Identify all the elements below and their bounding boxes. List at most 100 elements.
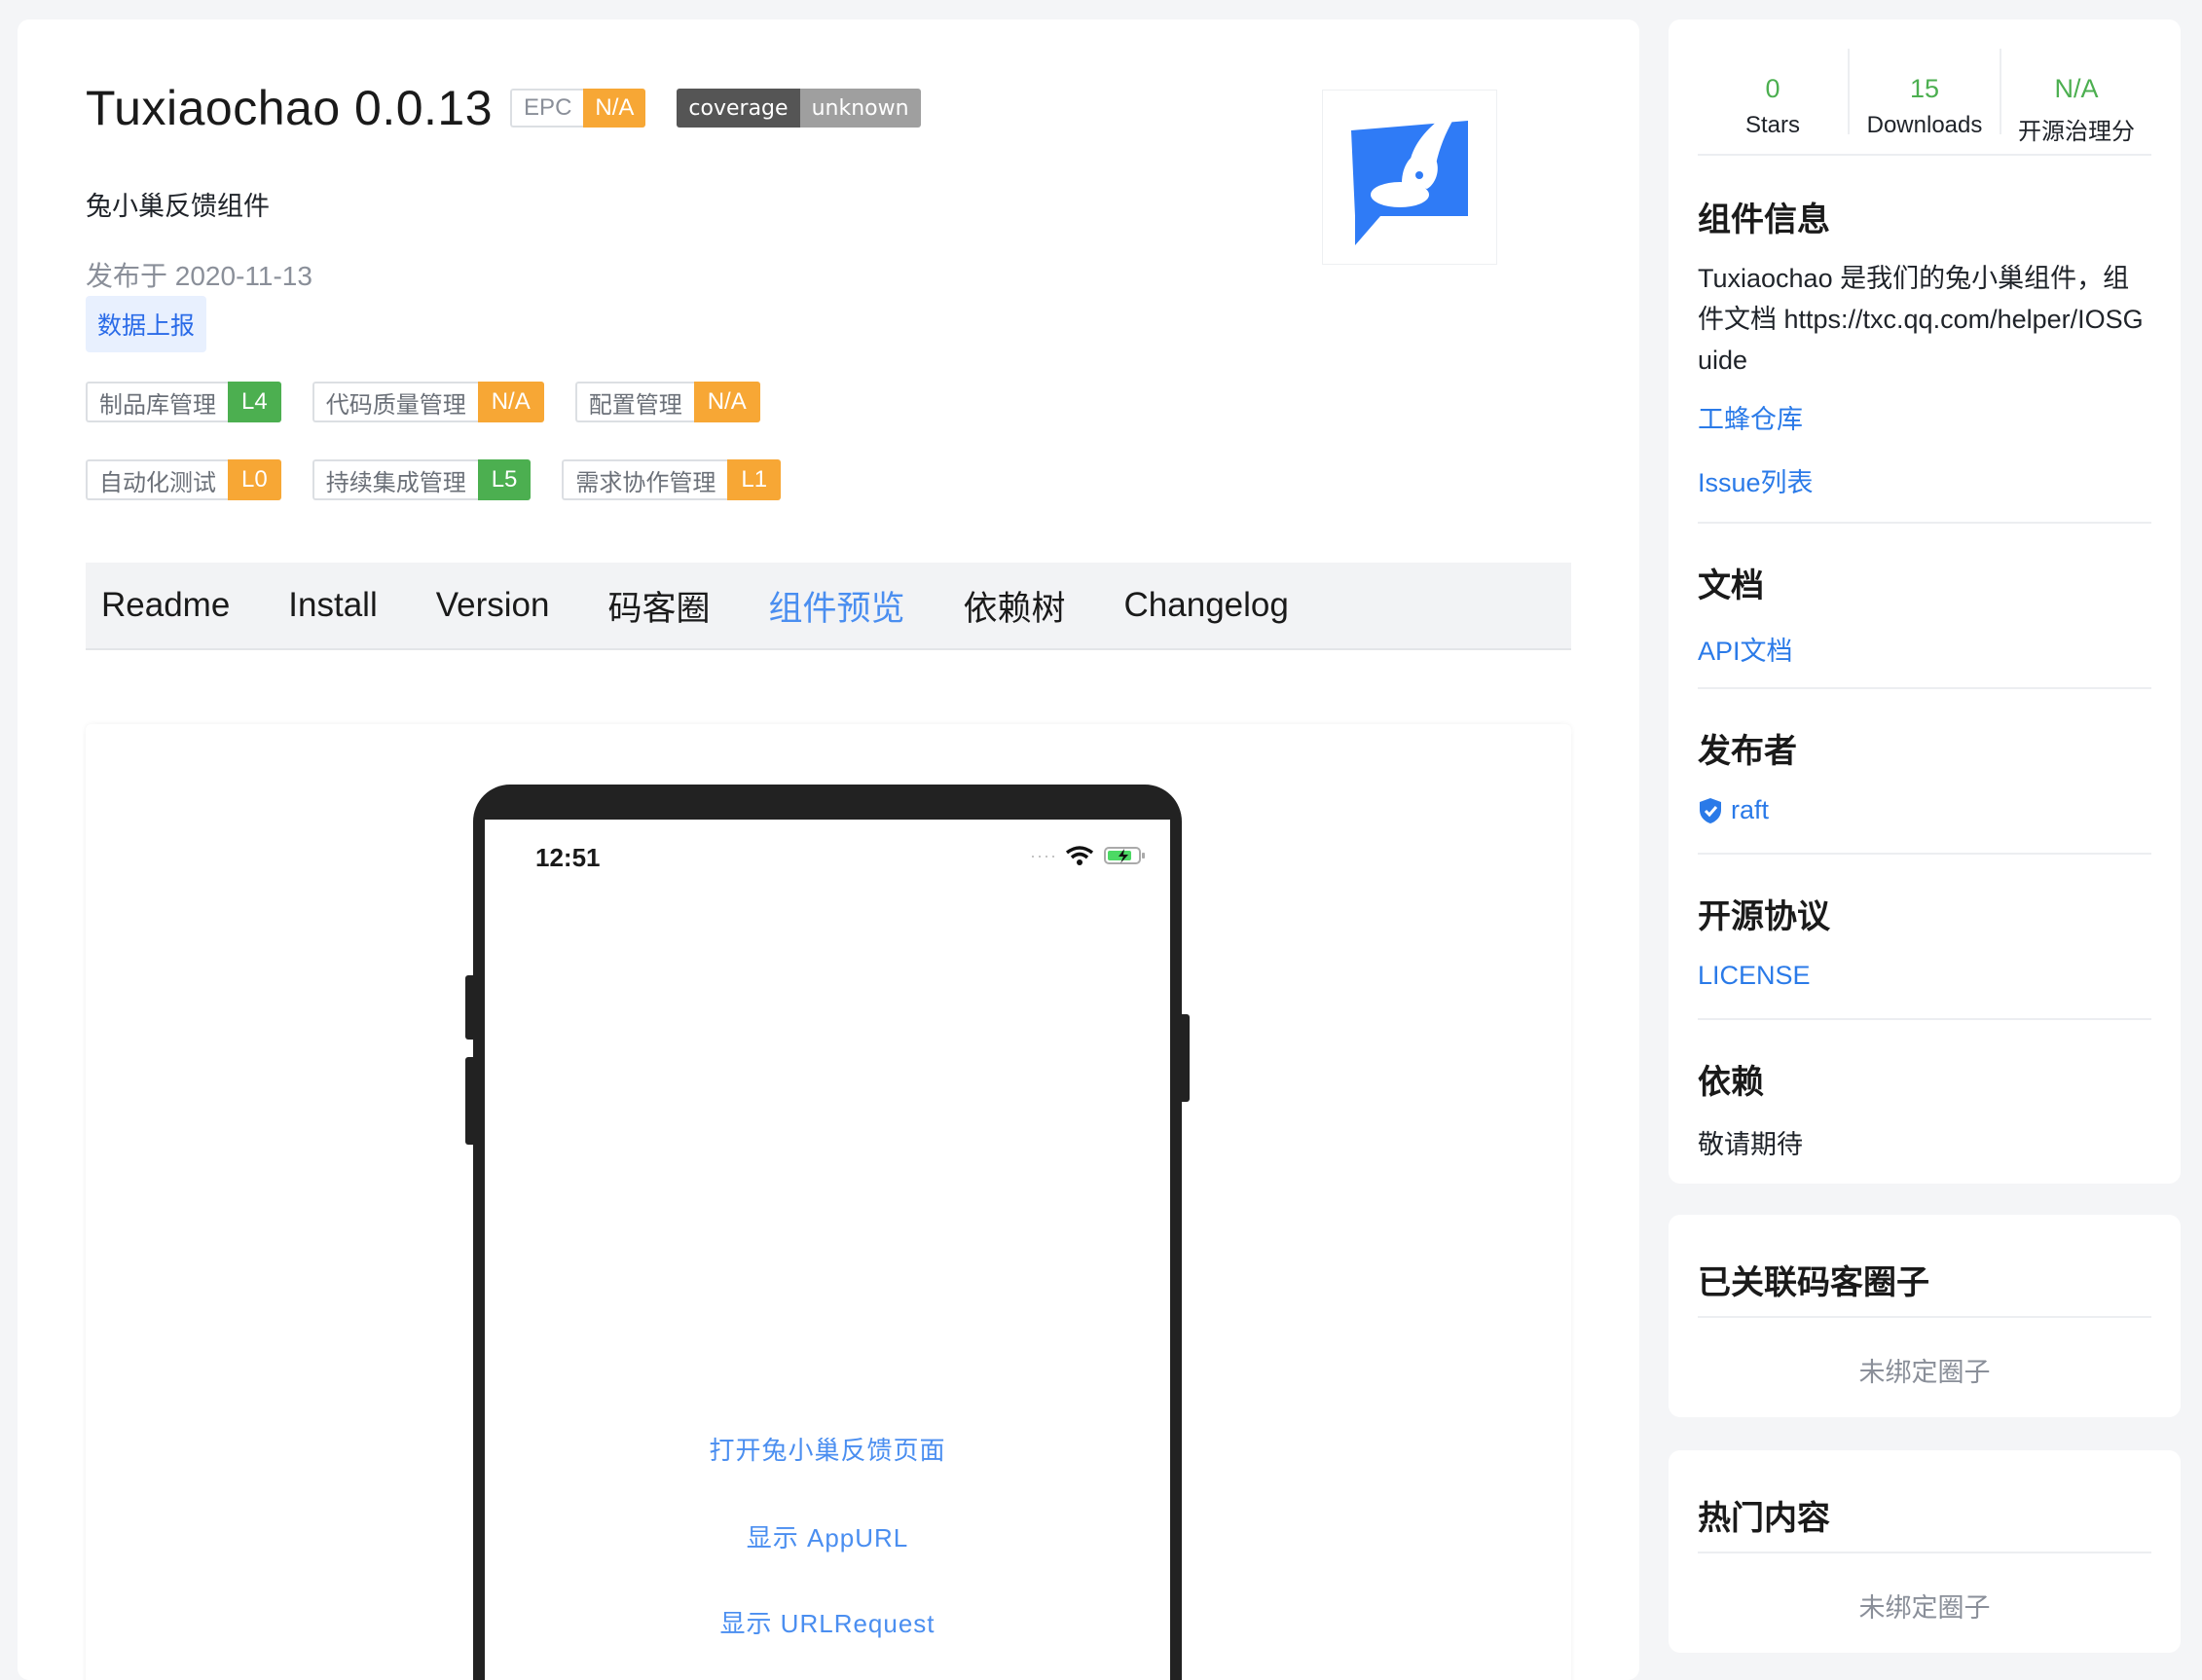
stat-value: 15 xyxy=(1909,74,1940,103)
linked-circles-section: 已关联码客圈子 xyxy=(1698,1256,2151,1303)
level-badges-row-1: 制品库管理 L4 代码质量管理 N/A 配置管理 N/A xyxy=(86,382,791,422)
tab-install[interactable]: Install xyxy=(288,586,377,625)
epc-badge-value: N/A xyxy=(583,89,646,128)
package-description: 兔小巢反馈组件 xyxy=(86,192,270,221)
status-bar-time: 12:51 xyxy=(535,843,601,872)
docs-section: 文档 API文档 xyxy=(1698,559,2151,668)
divider xyxy=(1698,687,2151,689)
divider xyxy=(1698,1018,2151,1020)
level-badge-value: N/A xyxy=(477,382,544,422)
stat-label: Downloads xyxy=(1866,112,1983,138)
show-urlrequest-link[interactable]: 显示 URLRequest xyxy=(485,1604,1170,1640)
divider xyxy=(1698,853,2151,855)
section-title: 组件信息 xyxy=(1698,201,1830,238)
stat-stars: 0 Stars xyxy=(1698,49,1850,138)
repo-link[interactable]: 工蜂仓库 xyxy=(1698,398,2151,436)
phone-volume-up-button xyxy=(465,975,477,1040)
level-badge-label: 制品库管理 xyxy=(86,382,228,422)
level-badge-label: 代码质量管理 xyxy=(312,382,478,422)
license-section: 开源协议 LICENSE xyxy=(1698,890,2151,991)
component-info-text: Tuxiaochao 是我们的兔小巢组件，组件文档 https://txc.qq… xyxy=(1698,264,2144,375)
divider xyxy=(1698,1552,2151,1553)
level-badge: 需求协作管理 L1 xyxy=(562,459,782,500)
level-badges-row-2: 自动化测试 L0 持续集成管理 L5 需求协作管理 L1 xyxy=(86,459,812,500)
stats-row: 0 Stars 15 Downloads N/A 开源治理分 xyxy=(1698,49,2151,156)
signal-dots-icon: ···· xyxy=(1030,845,1057,865)
section-title: 发布者 xyxy=(1698,733,1797,770)
section-title: 文档 xyxy=(1698,567,1764,604)
level-badge-label: 需求协作管理 xyxy=(562,459,728,500)
category-tag[interactable]: 数据上报 xyxy=(86,296,207,352)
level-badge: 代码质量管理 N/A xyxy=(312,382,544,422)
section-title: 开源协议 xyxy=(1698,898,1830,935)
package-tabs: Readme Install Version 码客圈 组件预览 依赖树 Chan… xyxy=(86,563,1571,650)
publisher-row: raft xyxy=(1698,795,2151,825)
level-badge-label: 配置管理 xyxy=(574,382,694,422)
sidebar-info-card: 0 Stars 15 Downloads N/A 开源治理分 组件信息 Tuxi… xyxy=(1669,19,2181,1184)
level-badge: 持续集成管理 L5 xyxy=(312,459,532,500)
dependencies-text: 敬请期待 xyxy=(1698,1130,1803,1159)
stat-value: 0 xyxy=(1765,74,1780,103)
component-info-section: 组件信息 Tuxiaochao 是我们的兔小巢组件，组件文档 https://t… xyxy=(1698,193,2151,499)
tab-changelog[interactable]: Changelog xyxy=(1124,586,1289,625)
stat-downloads: 15 Downloads xyxy=(1850,49,2001,138)
publisher-section: 发布者 raft xyxy=(1698,724,2151,825)
tab-dependency-tree[interactable]: 依赖树 xyxy=(964,581,1066,631)
linked-circles-empty: 未绑定圈子 xyxy=(1858,1358,1991,1387)
dependencies-section: 依赖 敬请期待 xyxy=(1698,1055,2151,1165)
package-logo xyxy=(1322,90,1497,265)
package-header: Tuxiaochao 0.0.13 EPC N/A coverage unkno… xyxy=(86,80,921,136)
section-title: 依赖 xyxy=(1698,1064,1764,1101)
show-appurl-link[interactable]: 显示 AppURL xyxy=(485,1518,1170,1554)
divider xyxy=(1698,522,2151,524)
license-link[interactable]: LICENSE xyxy=(1698,961,2151,991)
component-preview-panel: 12:51 ···· 打开兔小巢反馈页面 显示 AppURL 显示 URLReq… xyxy=(86,724,1571,1680)
stat-value: N/A xyxy=(2054,74,2099,103)
level-badge-value: L0 xyxy=(228,459,281,500)
level-badge-value: L1 xyxy=(727,459,782,500)
publish-date: 发布于 2020-11-13 xyxy=(86,261,312,291)
level-badge-label: 持续集成管理 xyxy=(312,459,478,500)
open-feedback-page-link[interactable]: 打开兔小巢反馈页面 xyxy=(485,1431,1170,1467)
stat-governance-score: N/A 开源治理分 xyxy=(2001,49,2151,145)
api-docs-link[interactable]: API文档 xyxy=(1698,630,2151,668)
stat-label: Stars xyxy=(1744,112,1800,138)
divider xyxy=(1698,1316,2151,1318)
section-title: 热门内容 xyxy=(1698,1500,1830,1537)
coverage-badge: coverage unknown xyxy=(677,89,921,128)
tab-readme[interactable]: Readme xyxy=(101,586,230,625)
phone-power-button xyxy=(1178,1014,1190,1102)
tab-maker-circle[interactable]: 码客圈 xyxy=(607,581,710,631)
verified-shield-icon xyxy=(1700,797,1721,823)
main-card: Tuxiaochao 0.0.13 EPC N/A coverage unkno… xyxy=(18,19,1639,1680)
linked-circles-card: 已关联码客圈子 未绑定圈子 xyxy=(1669,1215,2181,1417)
level-badge: 制品库管理 L4 xyxy=(86,382,281,422)
coverage-badge-value: unknown xyxy=(799,89,921,128)
phone-screen: 12:51 ···· 打开兔小巢反馈页面 显示 AppURL 显示 URLReq… xyxy=(485,820,1170,1680)
level-badge-value: N/A xyxy=(693,382,760,422)
hot-content-section: 热门内容 xyxy=(1698,1491,2151,1539)
epc-badge: EPC N/A xyxy=(510,89,646,128)
tab-component-preview[interactable]: 组件预览 xyxy=(769,581,905,631)
level-badge-label: 自动化测试 xyxy=(86,459,228,500)
status-bar-icons: ···· xyxy=(1030,845,1147,866)
coverage-badge-label: coverage xyxy=(677,89,800,128)
issue-list-link[interactable]: Issue列表 xyxy=(1698,461,2151,499)
epc-badge-label: EPC xyxy=(510,89,584,128)
hot-content-card: 热门内容 未绑定圈子 xyxy=(1669,1450,2181,1653)
package-title: Tuxiaochao 0.0.13 xyxy=(86,81,494,135)
phone-volume-down-button xyxy=(465,1057,477,1145)
hot-content-empty: 未绑定圈子 xyxy=(1858,1593,1991,1623)
battery-charging-icon xyxy=(1104,847,1145,864)
tab-version[interactable]: Version xyxy=(436,586,550,625)
stat-label: 开源治理分 xyxy=(2018,119,2135,145)
publisher-link[interactable]: raft xyxy=(1731,795,1769,825)
rabbit-logo-icon xyxy=(1351,105,1468,245)
wifi-icon xyxy=(1065,846,1094,865)
level-badge-value: L5 xyxy=(477,459,532,500)
phone-frame: 12:51 ···· 打开兔小巢反馈页面 显示 AppURL 显示 URLReq… xyxy=(465,785,1190,1680)
level-badge: 自动化测试 L0 xyxy=(86,459,281,500)
section-title: 已关联码客圈子 xyxy=(1698,1264,1929,1301)
level-badge-value: L4 xyxy=(228,382,281,422)
level-badge: 配置管理 N/A xyxy=(574,382,760,422)
